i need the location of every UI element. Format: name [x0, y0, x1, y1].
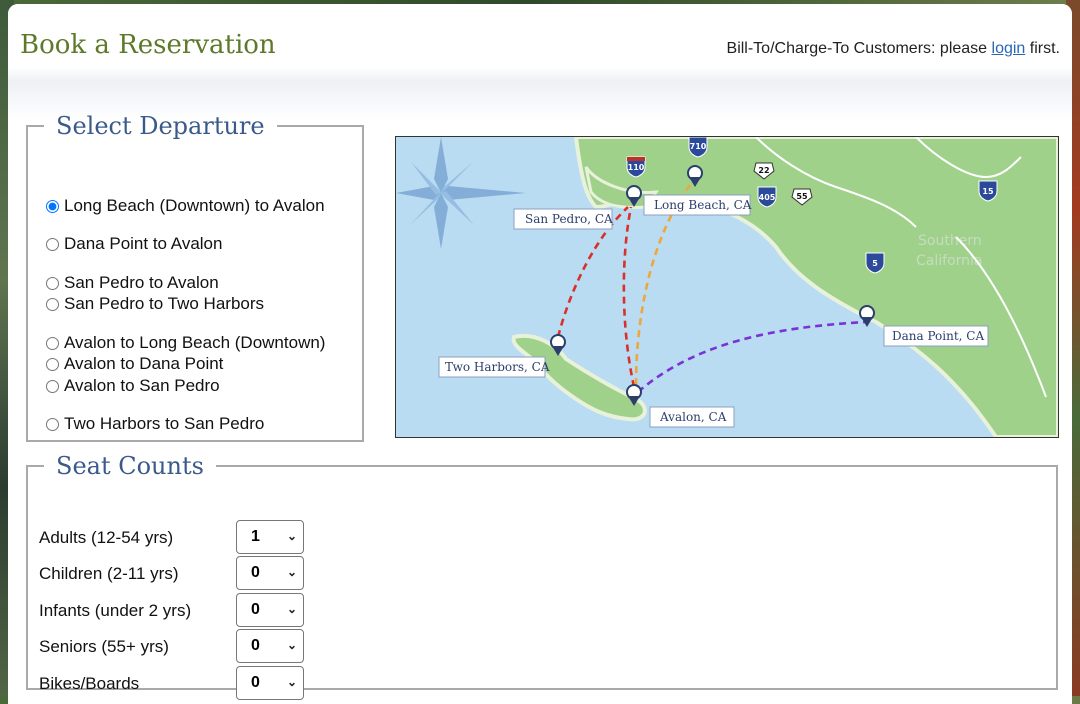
interstate-shield-icon: 110 [626, 156, 646, 178]
route-label: Avalon to San Pedro [64, 376, 220, 395]
shield-number: 110 [628, 163, 645, 172]
chevron-down-icon: ⌄ [286, 675, 297, 689]
page-title: Book a Reservation [20, 30, 276, 60]
login-note: Bill-To/Charge-To Customers: please logi… [727, 40, 1060, 58]
login-link[interactable]: login [992, 40, 1026, 57]
chevron-down-icon: ⌄ [286, 565, 297, 579]
seat-label: Children (2-11 yrs) [39, 564, 179, 583]
route-radio[interactable] [46, 417, 59, 431]
seat-label: Seniors (55+ yrs) [39, 637, 169, 656]
shield-number: 405 [759, 193, 776, 202]
interstate-shield-icon: 15 [978, 180, 998, 202]
route-radio[interactable] [46, 276, 59, 290]
route-radio[interactable] [46, 379, 59, 393]
route-option[interactable]: Long Beach (Downtown) to Avalon [46, 196, 325, 216]
select-departure-legend: Select Departure [56, 112, 265, 140]
route-label: San Pedro to Avalon [64, 273, 219, 292]
map-label-two-harbors: Two Harbors, CA [445, 360, 550, 374]
route-option[interactable]: San Pedro to Two Harbors [46, 294, 264, 314]
route-option[interactable]: San Pedro to Avalon [46, 273, 219, 293]
map-label-san-pedro: San Pedro, CA [525, 212, 613, 226]
shield-number: 710 [690, 142, 707, 151]
route-label: Two Harbors to San Pedro [64, 414, 265, 433]
map-label-dana-point: Dana Point, CA [892, 329, 984, 343]
select-value: 1 [251, 528, 260, 545]
chevron-down-icon: ⌄ [286, 602, 297, 616]
seat-label: Bikes/Boards [39, 674, 140, 693]
select-value: 0 [251, 674, 260, 691]
route-label: Long Beach (Downtown) to Avalon [64, 196, 325, 215]
route-radio[interactable] [46, 357, 59, 371]
shield-number: 15 [982, 187, 994, 196]
route-radio[interactable] [46, 199, 59, 213]
route-label: Dana Point to Avalon [64, 234, 223, 253]
bikes-boards-select[interactable]: 0 ⌄ [236, 666, 304, 700]
route-option[interactable]: Two Harbors to San Pedro [46, 414, 264, 434]
route-label: San Pedro to Two Harbors [64, 294, 265, 313]
route-option[interactable]: Avalon to Long Beach (Downtown) [46, 333, 325, 353]
route-radio[interactable] [46, 336, 59, 350]
region-label-line1: Southern [918, 233, 982, 249]
route-label: Avalon to Long Beach (Downtown) [64, 333, 326, 352]
shield-number: 55 [796, 192, 808, 201]
route-option[interactable]: Avalon to Dana Point [46, 354, 223, 374]
select-value: 0 [251, 601, 260, 618]
shield-number: 22 [758, 166, 769, 175]
route-option[interactable]: Avalon to San Pedro [46, 376, 220, 396]
chevron-down-icon: ⌄ [286, 529, 297, 543]
seniors-select[interactable]: 0 ⌄ [236, 629, 304, 663]
select-value: 0 [251, 637, 260, 654]
adults-select[interactable]: 1 ⌄ [236, 520, 304, 554]
route-label: Avalon to Dana Point [64, 354, 224, 373]
route-map-svg: San Pedro, CA Long Beach, CA Two Harbors… [396, 137, 1058, 437]
interstate-shield-icon: 5 [865, 252, 885, 274]
shield-number: 5 [872, 259, 878, 268]
interstate-shield-icon: 405 [757, 186, 777, 208]
route-option[interactable]: Dana Point to Avalon [46, 234, 222, 254]
seat-counts-fieldset: Seat Counts Adults (12-54 yrs) 1 ⌄ Childr… [26, 452, 1058, 700]
route-map: San Pedro, CA Long Beach, CA Two Harbors… [395, 136, 1059, 438]
page-header: Book a Reservation Bill-To/Charge-To Cus… [8, 4, 1072, 82]
seat-label: Infants (under 2 yrs) [39, 601, 192, 620]
reservation-panel: Book a Reservation Bill-To/Charge-To Cus… [8, 4, 1072, 704]
seat-counts-legend: Seat Counts [56, 452, 204, 480]
infants-select[interactable]: 0 ⌄ [236, 593, 304, 627]
children-select[interactable]: 0 ⌄ [236, 556, 304, 590]
route-radio[interactable] [46, 237, 59, 251]
login-note-suffix: first. [1025, 40, 1060, 57]
interstate-shield-icon: 710 [688, 137, 708, 158]
map-label-long-beach: Long Beach, CA [654, 198, 752, 212]
login-note-prefix: Bill-To/Charge-To Customers: please [726, 40, 992, 57]
map-label-avalon: Avalon, CA [659, 410, 727, 424]
route-radio[interactable] [46, 297, 59, 311]
select-departure-fieldset: Select Departure Long Beach (Downtown) t… [26, 112, 364, 442]
chevron-down-icon: ⌄ [286, 638, 297, 652]
seat-label: Adults (12-54 yrs) [39, 528, 174, 547]
select-value: 0 [251, 564, 260, 581]
